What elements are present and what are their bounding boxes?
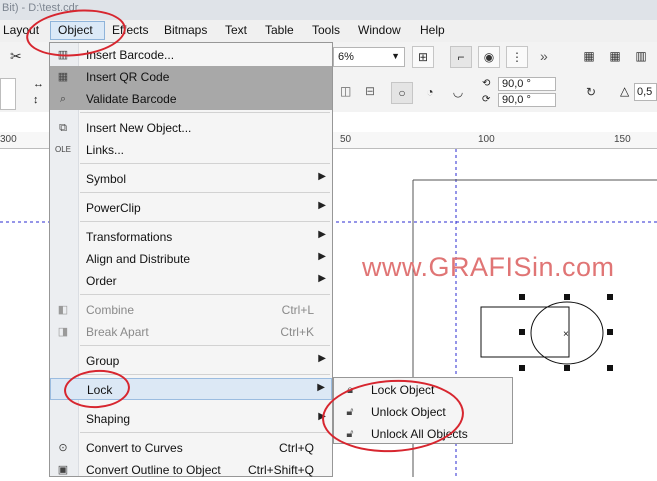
menu-separator bbox=[80, 294, 330, 295]
ole-icon: OLE bbox=[55, 145, 72, 154]
end-angle-input[interactable]: 90,0 ° bbox=[498, 93, 556, 107]
submenu-arrow-icon: ▶ bbox=[318, 251, 326, 262]
layout-grid-icon[interactable]: ▥ bbox=[630, 46, 652, 68]
menu-bitmaps[interactable]: Bitmaps bbox=[164, 23, 207, 37]
magnifier-icon: ⌕ bbox=[59, 93, 67, 105]
guidelines-icon[interactable]: ⋮ bbox=[506, 46, 528, 68]
ellipse-icon[interactable]: ○ bbox=[391, 82, 413, 104]
zoom-value: 6% bbox=[338, 51, 354, 63]
snap-icon[interactable]: ⌐ bbox=[450, 46, 472, 68]
qr-code-icon: ▦ bbox=[57, 71, 69, 83]
center-marker: × bbox=[563, 329, 569, 340]
end-angle-icon: ⟳ bbox=[482, 94, 491, 105]
menu-separator bbox=[80, 192, 330, 193]
menu-item-shaping[interactable]: Shaping ▶ bbox=[50, 408, 332, 430]
submenu-arrow-icon: ▶ bbox=[317, 382, 325, 393]
menu-item-convert-to-curves[interactable]: ⊙ Convert to Curves Ctrl+Q bbox=[50, 437, 332, 459]
submenu-arrow-icon: ▶ bbox=[318, 273, 326, 284]
outline-width-input[interactable]: 0,5 bbox=[634, 83, 657, 101]
menu-item-break-apart[interactable]: ◨ Break Apart Ctrl+K bbox=[50, 321, 332, 343]
menu-separator bbox=[80, 432, 330, 433]
submenu-arrow-icon: ▶ bbox=[318, 229, 326, 240]
submenu-arrow-icon: ▶ bbox=[318, 200, 326, 211]
menu-item-convert-outline[interactable]: ▣ Convert Outline to Object Ctrl+Shift+Q bbox=[50, 459, 332, 481]
menu-item-insert-new-object[interactable]: ⧉ Insert New Object... bbox=[50, 117, 332, 139]
menu-item-align-distribute[interactable]: Align and Distribute ▶ bbox=[50, 248, 332, 270]
grid-icon[interactable]: ▦ bbox=[578, 46, 600, 68]
width-icon: ↔ bbox=[33, 78, 44, 90]
pie-icon[interactable]: ◔ bbox=[419, 82, 441, 104]
menu-separator bbox=[80, 163, 330, 164]
direction-icon[interactable]: ↻ bbox=[580, 82, 602, 104]
convert-outline-icon: ▣ bbox=[57, 464, 69, 476]
menu-table[interactable]: Table bbox=[265, 23, 294, 37]
menu-item-symbol[interactable]: Symbol ▶ bbox=[50, 168, 332, 190]
table-grid-icon[interactable]: ▦ bbox=[604, 46, 626, 68]
combine-icon: ◧ bbox=[57, 304, 69, 316]
menu-window[interactable]: Window bbox=[358, 23, 401, 37]
object-menu: ▥ Insert Barcode... ▦ Insert QR Code ⌕ V… bbox=[49, 42, 333, 477]
menu-separator bbox=[80, 345, 330, 346]
break-apart-icon: ◨ bbox=[57, 326, 69, 338]
menu-item-links[interactable]: OLE Links... bbox=[50, 139, 332, 161]
cut-icon[interactable]: ✂ bbox=[10, 48, 22, 65]
ruler-tick: 100 bbox=[478, 134, 495, 145]
convert-curves-icon: ⊙ bbox=[58, 442, 68, 454]
mirror-icon[interactable]: ◫ bbox=[340, 84, 351, 98]
ruler-tick: 300 bbox=[0, 134, 17, 145]
position-field[interactable] bbox=[0, 78, 16, 110]
ruler-tick: 50 bbox=[340, 134, 352, 145]
menu-text[interactable]: Text bbox=[225, 23, 247, 37]
menu-tools[interactable]: Tools bbox=[312, 23, 340, 37]
insert-object-icon: ⧉ bbox=[59, 122, 67, 134]
arc-icon[interactable]: ◡ bbox=[447, 82, 469, 104]
zoom-fit-icon[interactable]: ⊞ bbox=[412, 46, 434, 68]
outline-icon: △ bbox=[620, 84, 630, 98]
menu-help[interactable]: Help bbox=[420, 23, 445, 37]
menu-item-transformations[interactable]: Transformations ▶ bbox=[50, 226, 332, 248]
menu-separator bbox=[80, 112, 330, 113]
start-angle-input[interactable]: 90,0 ° bbox=[498, 77, 556, 91]
view-icon[interactable]: ◉ bbox=[478, 46, 500, 68]
submenu-arrow-icon: ▶ bbox=[318, 353, 326, 364]
ruler-tick: 150 bbox=[614, 134, 631, 145]
watermark-text: www.GRAFISin.com bbox=[362, 252, 615, 282]
menu-item-validate-barcode[interactable]: ⌕ Validate Barcode bbox=[50, 88, 332, 110]
start-angle-icon: ⟲ bbox=[482, 78, 491, 89]
menu-item-group[interactable]: Group ▶ bbox=[50, 350, 332, 372]
mirror-vertical-icon[interactable]: ⊟ bbox=[365, 84, 375, 98]
submenu-arrow-icon: ▶ bbox=[318, 171, 326, 182]
chevron-down-icon: ▼ bbox=[391, 51, 400, 61]
menu-separator bbox=[80, 221, 330, 222]
zoom-dropdown[interactable]: 6% ▼ bbox=[333, 47, 405, 67]
overflow-icon[interactable]: » bbox=[540, 48, 548, 64]
menu-item-insert-qr-code[interactable]: ▦ Insert QR Code bbox=[50, 66, 332, 88]
menu-item-combine[interactable]: ◧ Combine Ctrl+L bbox=[50, 299, 332, 321]
menu-item-order[interactable]: Order ▶ bbox=[50, 270, 332, 292]
height-icon: ↕ bbox=[33, 94, 39, 106]
menu-item-powerclip[interactable]: PowerClip ▶ bbox=[50, 197, 332, 219]
